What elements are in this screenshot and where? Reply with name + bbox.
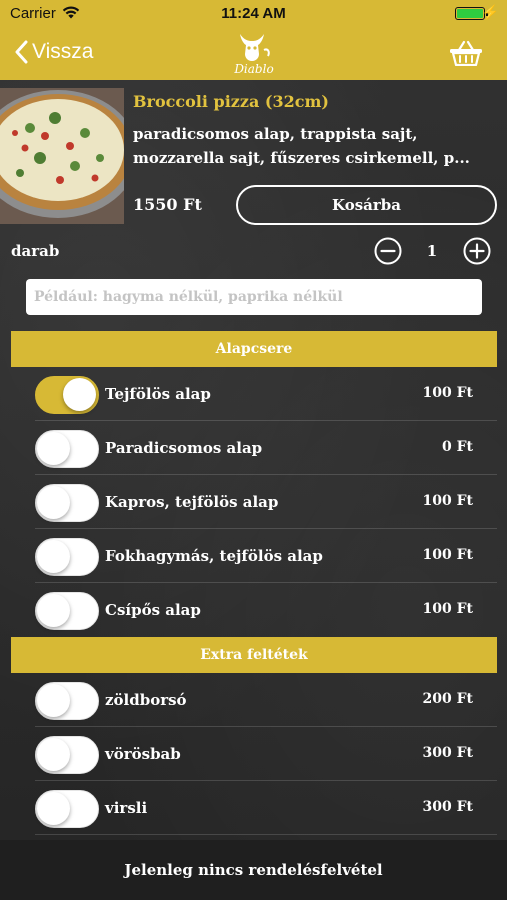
option-row[interactable]: Paradicsomos alap 0 Ft (35, 421, 497, 475)
option-price: 100 Ft (422, 493, 473, 509)
option-toggle[interactable] (35, 376, 99, 414)
minus-circle-icon[interactable] (374, 237, 402, 265)
option-row[interactable]: Kapros, tejfölös alap 100 Ft (35, 475, 497, 529)
product-title: Broccoli pizza (32cm) (133, 92, 329, 111)
toggle-knob (37, 594, 70, 627)
toggle-knob (37, 684, 70, 717)
option-price: 0 Ft (441, 439, 473, 455)
option-name: Tejfölös alap (105, 385, 211, 403)
option-row[interactable]: Tejfölös alap 100 Ft (35, 367, 497, 421)
row-divider (35, 834, 497, 835)
section-header-extra: Extra feltétek (11, 637, 497, 673)
option-toggle[interactable] (35, 592, 99, 630)
option-toggle[interactable] (35, 682, 99, 720)
toggle-knob (37, 486, 70, 519)
option-name: Fokhagymás, tejfölös alap (105, 547, 323, 565)
toggle-knob (37, 792, 70, 825)
plus-circle-icon[interactable] (463, 237, 491, 265)
bull-icon (240, 34, 270, 61)
diablo-logo[interactable]: Diablo (226, 28, 282, 78)
top-bar: Carrier 11:24 AM ⚡ Vissza Diablo (0, 0, 507, 80)
back-label: Vissza (32, 40, 94, 63)
footer-status-bar: Jelenleg nincs rendelésfelvétel (0, 840, 507, 900)
option-row[interactable]: vörösbab 300 Ft (35, 727, 497, 781)
logo-text: Diablo (234, 62, 274, 76)
charging-icon: ⚡ (481, 4, 499, 20)
option-price: 300 Ft (422, 799, 473, 815)
option-name: zöldborsó (105, 691, 187, 709)
product-description: paradicsomos alap, trappista sajt, mozza… (133, 125, 470, 167)
basket-icon[interactable] (449, 40, 483, 66)
section-header-alapcsere: Alapcsere (11, 331, 497, 367)
pizza-illustration (0, 88, 124, 224)
option-price: 100 Ft (422, 547, 473, 563)
option-row[interactable]: Csípős alap 100 Ft (35, 583, 497, 637)
option-name: vörösbab (105, 745, 181, 763)
clock: 11:24 AM (221, 5, 286, 22)
quantity-value: 1 (426, 242, 438, 260)
option-price: 100 Ft (422, 385, 473, 401)
add-to-cart-button[interactable]: Kosárba (236, 185, 497, 225)
option-toggle[interactable] (35, 430, 99, 468)
option-row[interactable]: virsli 300 Ft (35, 781, 497, 835)
option-name: Kapros, tejfölös alap (105, 493, 279, 511)
option-row[interactable]: Fokhagymás, tejfölös alap 100 Ft (35, 529, 497, 583)
quantity-label: darab (11, 242, 60, 260)
product-image (0, 88, 124, 224)
option-toggle[interactable] (35, 538, 99, 576)
product-price: 1550 Ft (133, 195, 202, 214)
option-toggle[interactable] (35, 484, 99, 522)
order-note-input[interactable] (26, 279, 482, 315)
status-bar: Carrier 11:24 AM ⚡ (0, 0, 507, 28)
battery-icon (455, 7, 485, 20)
option-name: virsli (105, 799, 148, 817)
toggle-knob (63, 378, 96, 411)
toggle-knob (37, 738, 70, 771)
option-price: 100 Ft (422, 601, 473, 617)
back-button[interactable]: Vissza (14, 36, 93, 68)
footer-message: Jelenleg nincs rendelésfelvétel (124, 861, 383, 879)
option-name: Csípős alap (105, 601, 201, 619)
option-price: 200 Ft (422, 691, 473, 707)
option-price: 300 Ft (422, 745, 473, 761)
chevron-left-icon (15, 40, 28, 64)
option-toggle[interactable] (35, 736, 99, 774)
toggle-knob (37, 432, 70, 465)
option-row[interactable]: zöldborsó 200 Ft (35, 673, 497, 727)
option-name: Paradicsomos alap (105, 439, 263, 457)
option-toggle[interactable] (35, 790, 99, 828)
toggle-knob (37, 540, 70, 573)
